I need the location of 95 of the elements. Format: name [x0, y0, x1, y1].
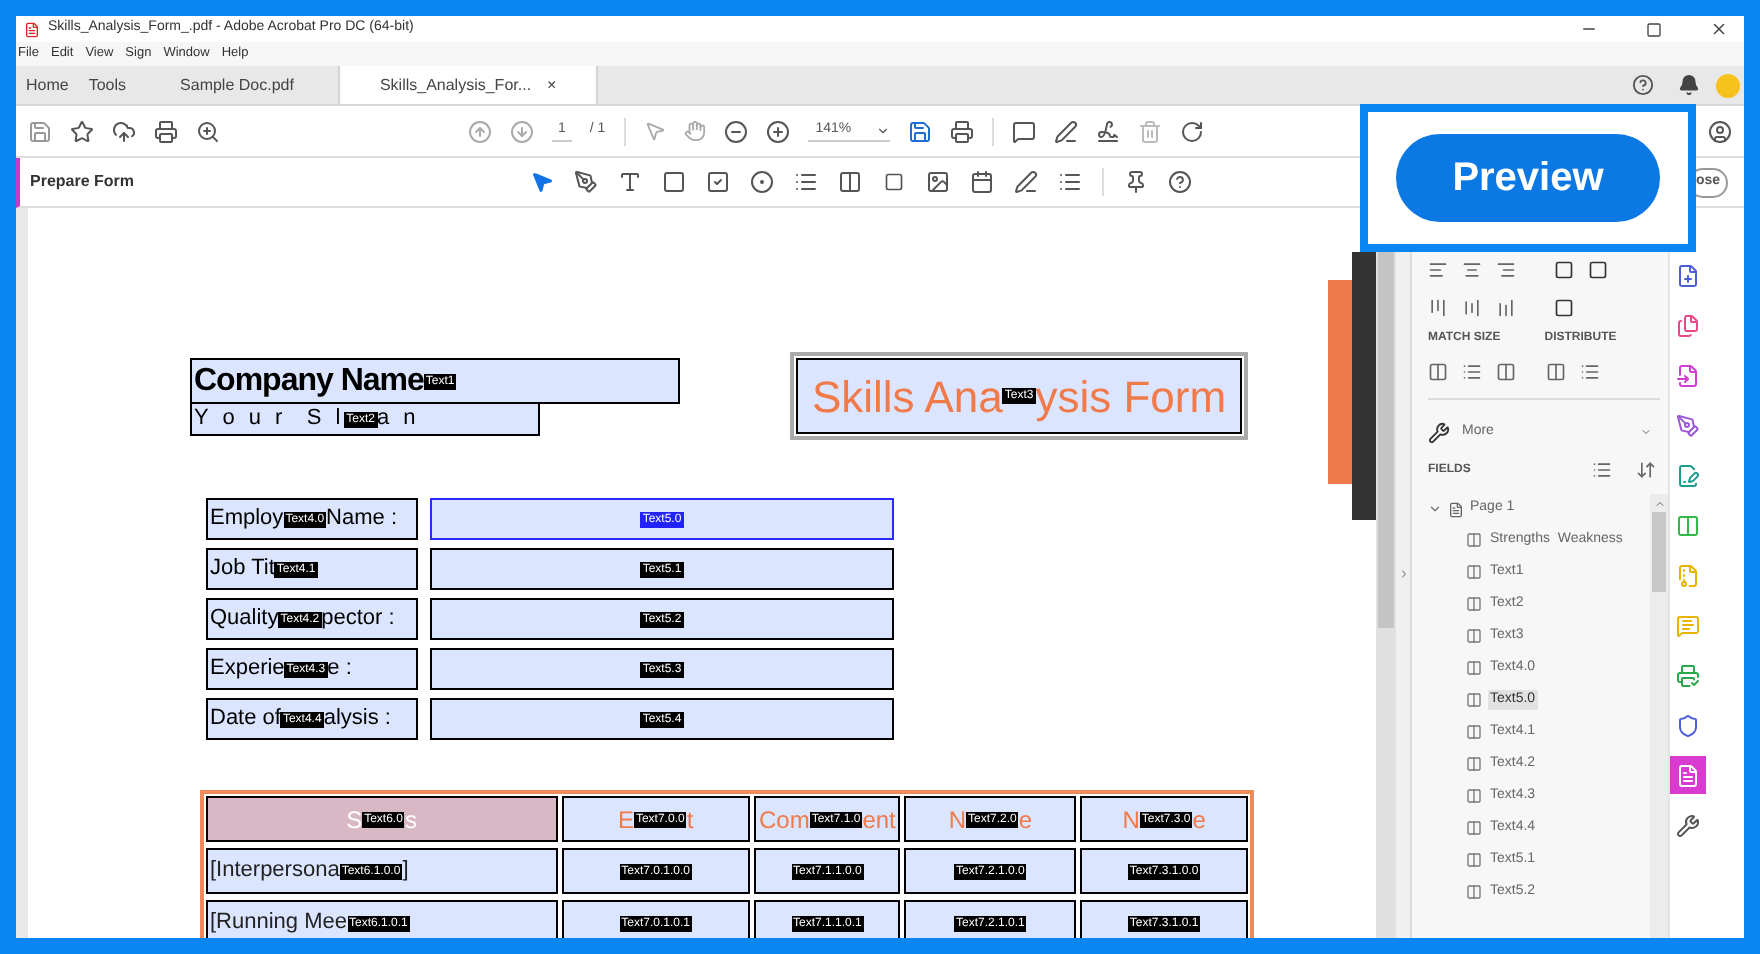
- tab-close[interactable]: ×: [547, 73, 557, 97]
- field-label: Name :: [326, 504, 398, 535]
- field-label: Quality: [210, 604, 279, 635]
- scrollbar-thumb[interactable]: [1378, 252, 1394, 628]
- tool-icon[interactable]: [1669, 756, 1705, 794]
- field-label: pector :: [321, 604, 395, 635]
- field-label: e :: [327, 654, 352, 685]
- distribute-icon[interactable]: [1580, 362, 1600, 382]
- field-label: ]: [402, 856, 409, 887]
- match-width-icon[interactable]: [1428, 362, 1448, 382]
- button-icon[interactable]: [882, 172, 906, 192]
- field-label: s: [404, 803, 417, 837]
- maximize-icon[interactable]: [1646, 21, 1662, 37]
- preview-button[interactable]: Preview: [1396, 134, 1660, 222]
- page-icon: [1448, 501, 1464, 517]
- sign-field-icon[interactable]: [1014, 170, 1038, 194]
- bell-icon[interactable]: [1678, 74, 1700, 96]
- search-icon[interactable]: [196, 119, 220, 143]
- text-field-icon: [1466, 724, 1482, 740]
- checkbox-icon[interactable]: [706, 170, 730, 194]
- field-label: Skills Ana: [811, 369, 1003, 425]
- field-label: a n: [377, 404, 420, 435]
- field-label: Com: [759, 803, 810, 837]
- upload-icon[interactable]: [112, 119, 136, 143]
- field-label: Company Name: [194, 361, 424, 401]
- tab[interactable]: Skills_Analysis_For... ×: [339, 66, 599, 104]
- distribute-icon[interactable]: [1546, 362, 1566, 382]
- text-field-icon: [1466, 532, 1482, 548]
- align-bottom-icon[interactable]: [1496, 298, 1516, 318]
- pin-icon[interactable]: [1124, 170, 1148, 194]
- help-icon[interactable]: [1168, 170, 1192, 194]
- sort-icon[interactable]: [1592, 460, 1612, 480]
- align-center-icon[interactable]: [1462, 260, 1482, 280]
- save-icon[interactable]: [28, 119, 52, 143]
- app-icon: [24, 21, 40, 37]
- print-icon[interactable]: [154, 119, 178, 143]
- field-label: E: [617, 803, 634, 837]
- field-label: e: [1018, 803, 1033, 837]
- tab[interactable]: Home: [16, 66, 79, 104]
- match-height-icon[interactable]: [1462, 362, 1482, 382]
- text-field-icon: [1466, 820, 1482, 836]
- text-field-icon: [1466, 756, 1482, 772]
- field-label: S: [346, 803, 363, 837]
- select-icon[interactable]: [530, 170, 554, 194]
- rotate-icon[interactable]: [1179, 119, 1204, 143]
- align-middle-icon[interactable]: [1462, 298, 1482, 318]
- field-label: N: [1122, 803, 1140, 837]
- align-top-icon[interactable]: [1428, 298, 1448, 318]
- panel-title: Prepare Form: [30, 170, 137, 194]
- text-field-icon: [1466, 660, 1482, 676]
- scrollbar-thumb[interactable]: [1652, 512, 1666, 592]
- sort-order-icon[interactable]: [1636, 460, 1656, 480]
- field-label: Job Tit: [210, 554, 275, 585]
- field-label: alysis :: [323, 704, 391, 735]
- pen-icon[interactable]: [1053, 119, 1078, 143]
- text-field-icon: [1466, 852, 1482, 868]
- text-field-icon: [1466, 596, 1482, 612]
- field-label: N: [948, 803, 966, 837]
- close-icon[interactable]: [1710, 20, 1728, 38]
- align-left-icon[interactable]: [1428, 260, 1448, 280]
- text-field-icon: [1466, 788, 1482, 804]
- field-label: ent: [862, 803, 896, 837]
- text-field-icon[interactable]: [662, 170, 686, 194]
- printer-icon[interactable]: [949, 119, 974, 143]
- field-label: [Interpersona: [210, 856, 340, 887]
- help-icon[interactable]: [1632, 74, 1654, 96]
- account-icon[interactable]: [1708, 119, 1732, 143]
- star-icon[interactable]: [70, 119, 94, 143]
- text-icon[interactable]: [618, 170, 642, 194]
- tools-icon[interactable]: [1428, 421, 1450, 443]
- caret-icon[interactable]: [875, 123, 890, 137]
- field-label: Experie: [210, 654, 285, 685]
- image-icon[interactable]: [926, 170, 950, 194]
- tab[interactable]: Tools: [78, 66, 137, 104]
- field-label: Employ: [210, 504, 284, 535]
- field-label: Y o u r S l: [194, 404, 345, 435]
- field-label: ysis Form: [1035, 369, 1227, 426]
- pen-tool-icon[interactable]: [574, 170, 598, 194]
- save-form-icon[interactable]: [907, 119, 932, 143]
- text-field-icon: [1466, 884, 1482, 900]
- text-field-icon: [1466, 564, 1482, 580]
- zoom-out-icon[interactable]: [723, 119, 748, 143]
- expand-caret-icon[interactable]: [1428, 502, 1442, 516]
- field-label: t: [686, 803, 694, 837]
- text-field-icon: [1466, 692, 1482, 708]
- field-label: [Running Mee: [210, 908, 347, 938]
- match-both-icon[interactable]: [1496, 362, 1516, 382]
- zoom-in-icon[interactable]: [765, 119, 790, 143]
- text-field-icon: [1466, 628, 1482, 644]
- radio-icon[interactable]: [750, 170, 774, 194]
- comment-icon[interactable]: [1011, 119, 1036, 143]
- calendar-icon[interactable]: [970, 170, 994, 194]
- align-right-icon[interactable]: [1496, 260, 1516, 280]
- field-label: e: [1192, 803, 1206, 837]
- signature-icon[interactable]: [1095, 119, 1120, 143]
